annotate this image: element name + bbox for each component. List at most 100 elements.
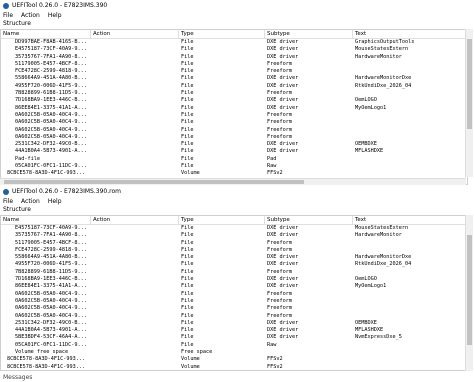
row-type: File: [181, 297, 194, 304]
row-action: [91, 170, 179, 177]
tree-row[interactable]: 0A602C5B-05A0-40C4-9... File Freeform: [1, 305, 467, 312]
horizontal-scrollbar[interactable]: [0, 178, 466, 185]
tree-row[interactable]: 8CBCE578-8A3D-4F1C-993... Volume FFSv2: [1, 170, 467, 177]
menu-file[interactable]: File: [3, 12, 13, 19]
tree-row[interactable]: 5BE3BDF4-53CF-46A4-A... File DXE driver Nvm…: [1, 334, 467, 341]
tree-row[interactable]: 558664A9-451A-4A80-B... File DXE driver Har…: [1, 254, 467, 261]
vertical-scrollbar[interactable]: [465, 29, 473, 177]
row-text: [353, 156, 467, 163]
col-type-header[interactable]: Type: [179, 30, 265, 38]
tree-row[interactable]: 35735767-7FA1-4A90-8... File DXE driver Har…: [1, 232, 467, 239]
row-action: [91, 334, 179, 341]
tree-row[interactable]: 2531C342-DF32-49C0-B... File DXE driver OEM…: [1, 320, 467, 327]
row-text: MyOemLogo1: [355, 283, 387, 290]
tree-row[interactable]: 51179005-E457-4BCF-8... File Freeform: [1, 61, 467, 68]
col-text-header[interactable]: Text: [353, 30, 467, 38]
col-subtype-header[interactable]: Subtype: [265, 30, 353, 38]
tree-row[interactable]: 8CBCE578-8A3D-4F1C-993... Volume FFSv2: [1, 364, 467, 370]
menu-file-2[interactable]: File: [3, 198, 13, 205]
status-bar: Messages: [3, 374, 33, 381]
row-type: File: [181, 254, 194, 261]
tree-row[interactable]: E4575187-73CF-40A9-9... File DXE driver Mou…: [1, 225, 467, 232]
menu-action[interactable]: Action: [21, 12, 40, 19]
tree-row[interactable]: DD997BAE-F8AB-4165-B... File DXE driver Gra…: [1, 39, 467, 46]
row-subtype: [265, 349, 353, 356]
row-action: [91, 90, 179, 97]
tree-row[interactable]: 4955F720-006D-41F5-9... File DXE driver Rtk…: [1, 261, 467, 268]
tree-row[interactable]: 558664A9-451A-4A80-B... File DXE driver Har…: [1, 75, 467, 82]
row-subtype: Freeform: [267, 60, 292, 67]
row-action: [91, 127, 179, 134]
tree-row[interactable]: 86EE84E1-3375-41A1-A... File DXE driver MyO…: [1, 283, 467, 290]
hscroll-thumb[interactable]: [4, 180, 304, 184]
tree-row[interactable]: 7B828899-61B8-11D5-9... File Freeform: [1, 269, 467, 276]
row-name: 35735767-7FA1-4A90-8...: [15, 232, 87, 239]
scroll-thumb[interactable]: [467, 39, 472, 129]
tree-row[interactable]: FCE4728C-2599-4818-9... File Freeform: [1, 68, 467, 75]
row-text: [353, 163, 467, 170]
row-type: Volume: [181, 356, 200, 363]
scroll-thumb-2[interactable]: [467, 235, 472, 345]
row-name: FCE4728C-2599-4818-9...: [15, 68, 87, 75]
row-subtype: DXE driver: [267, 39, 299, 45]
tree-row[interactable]: 35735767-7FA1-4A90-8... File DXE driver Har…: [1, 54, 467, 61]
tree-row[interactable]: FCE4728C-2599-4818-9... File Freeform: [1, 247, 467, 254]
tree-row[interactable]: 7B828899-61B8-11D5-9... File Freeform: [1, 90, 467, 97]
tree-row[interactable]: 0A602C5B-05A0-40C4-9... File Freeform: [1, 291, 467, 298]
tree-row[interactable]: 4955F720-006D-41F5-9... File DXE driver Rtk…: [1, 83, 467, 90]
tree-row[interactable]: 0A602C5B-05A0-40C4-9... File Freeform: [1, 298, 467, 305]
col-action-header[interactable]: Action: [91, 30, 179, 38]
row-action: [91, 240, 179, 247]
col-subtype-header-2[interactable]: Subtype: [265, 216, 353, 224]
row-subtype: Freeform: [267, 290, 292, 297]
menu-help-2[interactable]: Help: [48, 198, 62, 205]
tree-row[interactable]: 0A602C5B-05A0-40C4-9... File Freeform: [1, 134, 467, 141]
col-name-header[interactable]: Name: [1, 30, 91, 38]
tree-row[interactable]: 44A1B0A4-5B73-4901-A... File DXE driver MFL…: [1, 148, 467, 155]
menu-help[interactable]: Help: [48, 12, 62, 19]
row-name: 7D168BA9-1EE3-446C-B...: [15, 97, 87, 104]
row-action: [91, 61, 179, 68]
tree-row[interactable]: 05CA01FC-0FC1-11DC-9... File Raw: [1, 163, 467, 170]
row-type: File: [181, 119, 194, 126]
row-name: 0A602C5B-05A0-40C4-9...: [15, 305, 87, 312]
structure-tree[interactable]: Name Action Type Subtype Text DD997BAE-F…: [0, 29, 468, 185]
row-type: File: [181, 319, 194, 326]
structure-tree-2[interactable]: Name Action Type Subtype Text E4575187-7…: [0, 215, 468, 371]
col-text-header-2[interactable]: Text: [353, 216, 467, 224]
tree-row[interactable]: 0A602C5B-05A0-40C4-9... File Freeform: [1, 112, 467, 119]
col-name-header-2[interactable]: Name: [1, 216, 91, 224]
row-name: 0A602C5B-05A0-40C4-9...: [15, 290, 87, 297]
menu-action-2[interactable]: Action: [21, 198, 40, 205]
tree-row[interactable]: 8CBCE578-8A3D-4F1C-993... Volume FFSv2: [1, 356, 467, 363]
tree-row[interactable]: 05CA01FC-0FC1-11DC-9... File Raw: [1, 342, 467, 349]
row-name: 0A602C5B-05A0-40C4-9...: [15, 297, 87, 304]
row-text: RtkUndiDxe_2026_04: [355, 261, 412, 268]
tree-row[interactable]: 2531C342-DF32-49C0-B... File DXE driver OEM…: [1, 141, 467, 148]
tree-row[interactable]: Volume free space Free space: [1, 349, 467, 356]
tree-row[interactable]: 44A1B0A4-5B73-4901-A... File DXE driver MFL…: [1, 327, 467, 334]
col-action-header-2[interactable]: Action: [91, 216, 179, 224]
row-subtype: DXE driver: [267, 75, 299, 82]
tree-row[interactable]: 86EE84E1-3375-41A1-A... File DXE driver MyO…: [1, 105, 467, 112]
row-text: [353, 291, 467, 298]
tree-row[interactable]: 51179005-E457-4BCF-8... File Freeform: [1, 240, 467, 247]
row-action: [91, 283, 179, 290]
row-action: [91, 68, 179, 75]
row-type: File: [181, 246, 194, 253]
row-text: [353, 112, 467, 119]
tree-row[interactable]: Pad-file File Pad: [1, 156, 467, 163]
tree-row[interactable]: 7D168BA9-1EE3-446C-B... File DXE driver Oem…: [1, 276, 467, 283]
tree-row[interactable]: 7D168BA9-1EE3-446C-B... File DXE driver Oem…: [1, 97, 467, 104]
row-text: [353, 247, 467, 254]
window-title: UEFITool 0.26.0 - E7823IMS.390: [12, 2, 108, 9]
tree-row[interactable]: E4575187-73CF-40A9-9... File DXE driver Mou…: [1, 46, 467, 53]
tree-row[interactable]: 0A602C5B-05A0-40C4-9... File Freeform: [1, 313, 467, 320]
row-subtype: Freeform: [267, 312, 292, 319]
row-name: Volume free space: [15, 349, 69, 356]
tree-row[interactable]: 0A602C5B-05A0-40C4-9... File Freeform: [1, 127, 467, 134]
row-text: [353, 305, 467, 312]
col-type-header-2[interactable]: Type: [179, 216, 265, 224]
vertical-scrollbar-2[interactable]: [465, 215, 473, 371]
tree-row[interactable]: 0A602C5B-05A0-40C4-9... File Freeform: [1, 119, 467, 126]
